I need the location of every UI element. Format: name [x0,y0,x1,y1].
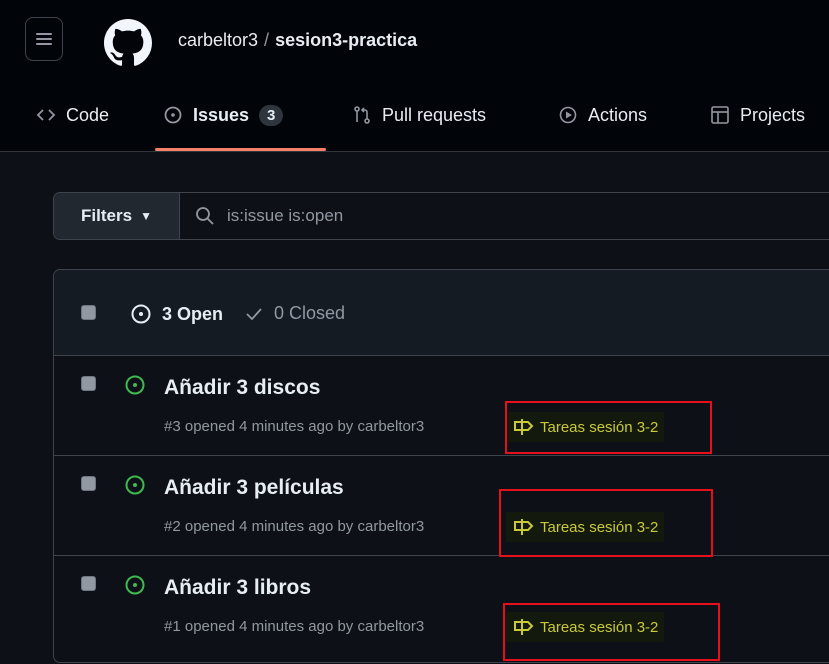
issue-title-link[interactable]: Añadir 3 libros [164,576,311,600]
issue-row[interactable]: Añadir 3 películas #2 opened 4 minutes a… [54,456,829,556]
tab-label: Issues [193,104,250,125]
active-tab-underline [155,148,326,151]
check-icon [246,307,262,320]
issue-opened-icon [125,475,145,495]
issue-opened-icon [131,304,151,324]
tab-label: Actions [588,104,648,125]
milestone-label: Tareas sesión 3-2 [540,618,659,636]
repo-header: carbeltor3 /sesion3-practica Code Issues … [0,0,829,152]
issue-checkbox[interactable] [81,376,96,391]
closed-count-label: 0 Closed [274,303,346,323]
milestone-icon [514,519,534,535]
tab-pull-requests[interactable]: Pull requests [352,92,486,138]
table-icon [711,106,729,124]
issue-meta: #1 opened 4 minutes ago by carbeltor3 [164,618,425,635]
tab-issues[interactable]: Issues 3 [163,92,284,138]
search-input[interactable]: is:issue is:open [227,206,343,226]
repo-owner-link[interactable]: carbeltor3 [178,30,258,50]
tab-label: Projects [740,104,806,125]
milestone-icon [514,619,534,635]
filters-label: Filters [81,206,133,225]
issue-opened-icon [125,575,145,595]
hamburger-icon [36,33,52,45]
repo-name-link[interactable]: sesion3-practica [275,30,417,50]
breadcrumb-separator: / [264,30,270,50]
play-icon [559,106,577,124]
select-all-checkbox[interactable] [81,305,96,320]
tab-code[interactable]: Code [36,92,109,138]
menu-button[interactable] [25,17,63,61]
issues-list-header: 3 Open 0 Closed [54,270,829,356]
repo-nav: Code Issues 3 Pull requests Actions Proj… [0,92,829,140]
milestone-label: Tareas sesión 3-2 [540,418,659,436]
tab-actions[interactable]: Actions [558,92,647,138]
issue-row[interactable]: Añadir 3 discos #3 opened 4 minutes ago … [54,356,829,456]
issue-meta: #2 opened 4 minutes ago by carbeltor3 [164,518,425,535]
filters-button[interactable]: Filters ▼ [54,193,180,239]
caret-down-icon: ▼ [140,209,152,223]
issue-row[interactable]: Añadir 3 libros #1 opened 4 minutes ago … [54,556,829,656]
github-icon[interactable] [104,19,152,67]
filter-bar: Filters ▼ is:issue is:open [53,192,829,240]
issue-title-link[interactable]: Añadir 3 películas [164,476,344,500]
closed-issues-filter[interactable]: 0 Closed [244,303,345,324]
issue-meta: #3 opened 4 minutes ago by carbeltor3 [164,418,425,435]
open-count-label: 3 Open [162,303,224,324]
issues-count-badge: 3 [259,104,284,126]
milestone-icon [514,419,534,435]
tab-label: Code [66,104,110,125]
code-icon [36,109,56,121]
issue-checkbox[interactable] [81,476,96,491]
milestone-link[interactable]: Tareas sesión 3-2 [506,412,665,442]
milestone-label: Tareas sesión 3-2 [540,518,659,536]
search-icon [196,207,214,225]
issue-checkbox[interactable] [81,576,96,591]
milestone-link[interactable]: Tareas sesión 3-2 [506,512,665,542]
issue-opened-icon [125,375,145,395]
milestone-link[interactable]: Tareas sesión 3-2 [506,612,665,642]
tab-label: Pull requests [382,104,487,125]
tab-projects[interactable]: Projects [710,92,805,138]
open-issues-filter[interactable]: 3 Open [130,303,223,325]
issue-title-link[interactable]: Añadir 3 discos [164,376,320,400]
git-pull-request-icon [354,106,370,124]
issues-list: 3 Open 0 Closed Añadir 3 discos #3 opene… [53,269,829,663]
issue-opened-icon [164,106,182,124]
breadcrumb: carbeltor3 /sesion3-practica [178,30,417,51]
